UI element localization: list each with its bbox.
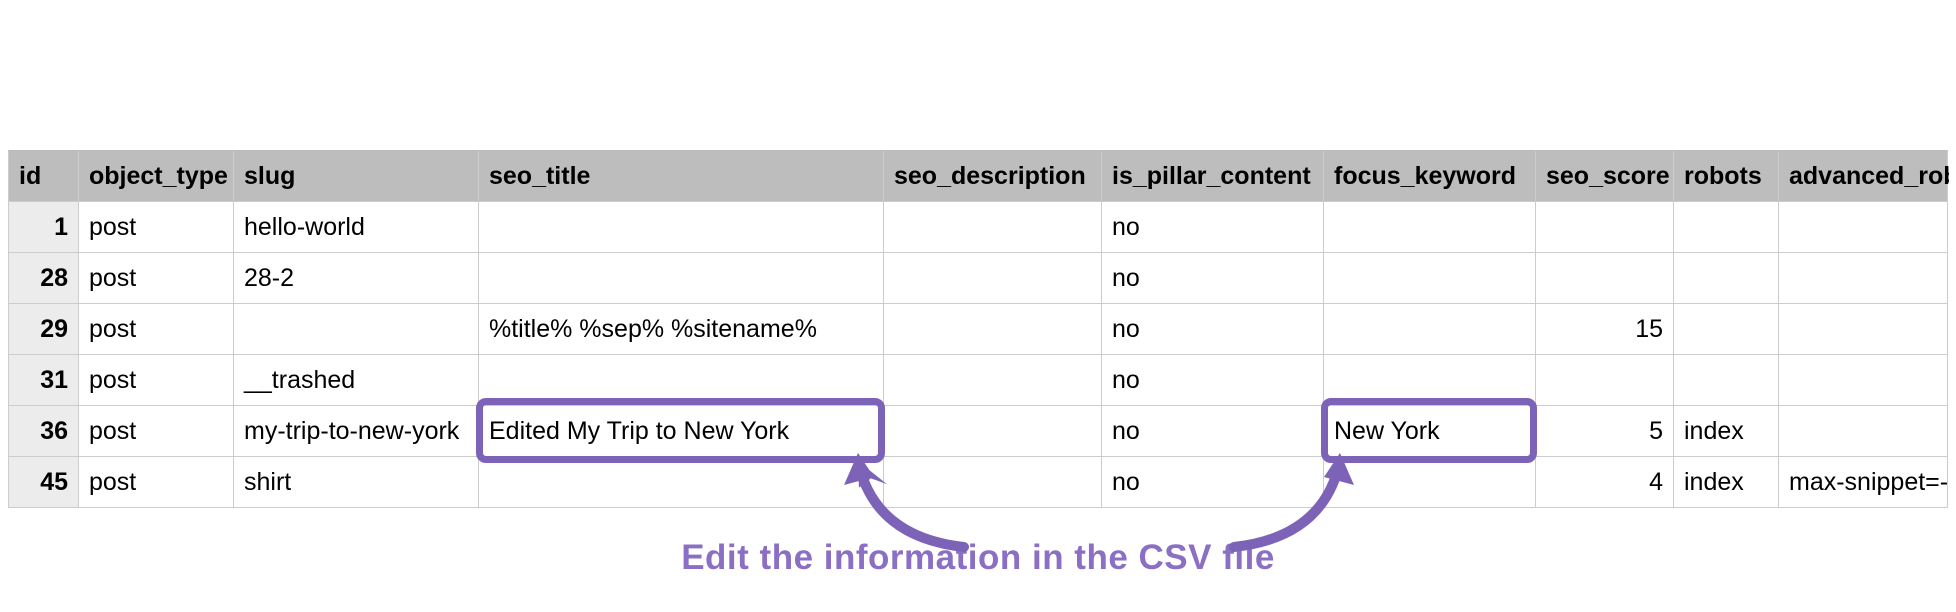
cell-seo_title[interactable] [479, 202, 884, 252]
cell-is_pillar_content[interactable]: no [1102, 304, 1324, 354]
cell-slug[interactable]: __trashed [234, 355, 479, 405]
csv-table: id object_type slug seo_title seo_descri… [8, 150, 1948, 508]
cell-object_type[interactable]: post [79, 457, 234, 507]
cell-is_pillar_content[interactable]: no [1102, 355, 1324, 405]
arrow-right [1224, 447, 1354, 557]
cell-advanced_robots[interactable] [1779, 355, 1949, 405]
cell-seo_score[interactable] [1536, 253, 1674, 303]
cell-object_type[interactable]: post [79, 304, 234, 354]
cell-object_type[interactable]: post [79, 355, 234, 405]
cell-robots[interactable] [1674, 355, 1779, 405]
cell-slug[interactable]: 28-2 [234, 253, 479, 303]
cell-focus_keyword[interactable] [1324, 457, 1536, 507]
col-is-pillar: is_pillar_content [1102, 151, 1324, 201]
cell-focus_keyword[interactable]: New York [1324, 406, 1536, 456]
cell-seo_score[interactable]: 4 [1536, 457, 1674, 507]
cell-is_pillar_content[interactable]: no [1102, 202, 1324, 252]
arrow-left [844, 447, 974, 557]
cell-seo_score[interactable]: 5 [1536, 406, 1674, 456]
col-object-type: object_type [79, 151, 234, 201]
col-robots: robots [1674, 151, 1779, 201]
cell-seo_description[interactable] [884, 202, 1102, 252]
cell-seo_title[interactable] [479, 355, 884, 405]
cell-seo_title[interactable] [479, 253, 884, 303]
table-row: 1posthello-world no [9, 202, 1947, 253]
cell-focus_keyword[interactable] [1324, 355, 1536, 405]
cell-object_type[interactable]: post [79, 406, 234, 456]
cell-object_type[interactable]: post [79, 202, 234, 252]
col-id: id [9, 151, 79, 201]
table-row: 28post28-2 no [9, 253, 1947, 304]
cell-id[interactable]: 45 [9, 457, 79, 507]
cell-robots[interactable] [1674, 253, 1779, 303]
cell-slug[interactable]: my-trip-to-new-york [234, 406, 479, 456]
col-seo-score: seo_score [1536, 151, 1674, 201]
cell-seo_score[interactable] [1536, 355, 1674, 405]
col-focus-keyword: focus_keyword [1324, 151, 1536, 201]
cell-seo_score[interactable]: 15 [1536, 304, 1674, 354]
cell-robots[interactable] [1674, 304, 1779, 354]
cell-focus_keyword[interactable] [1324, 304, 1536, 354]
cell-id[interactable]: 28 [9, 253, 79, 303]
table-row: 29post %title% %sep% %sitename% no 15 [9, 304, 1947, 355]
cell-robots[interactable]: index [1674, 406, 1779, 456]
cell-object_type[interactable]: post [79, 253, 234, 303]
cell-advanced_robots[interactable] [1779, 202, 1949, 252]
table-row: 45postshirtno4indexmax-snippet=-1, [9, 457, 1947, 507]
cell-seo_title[interactable] [479, 457, 884, 507]
col-seo-title: seo_title [479, 151, 884, 201]
cell-focus_keyword[interactable] [1324, 202, 1536, 252]
cell-slug[interactable] [234, 304, 479, 354]
col-seo-description: seo_description [884, 151, 1102, 201]
table-row: 36postmy-trip-to-new-yorkEdited My Trip … [9, 406, 1947, 457]
cell-seo_score[interactable] [1536, 202, 1674, 252]
cell-seo_description[interactable] [884, 253, 1102, 303]
cell-id[interactable]: 29 [9, 304, 79, 354]
col-slug: slug [234, 151, 479, 201]
col-advanced-robots: advanced_robo [1779, 151, 1949, 201]
cell-advanced_robots[interactable] [1779, 406, 1949, 456]
table-header-row: id object_type slug seo_title seo_descri… [9, 151, 1947, 202]
cell-robots[interactable]: index [1674, 457, 1779, 507]
cell-advanced_robots[interactable] [1779, 253, 1949, 303]
cell-seo_title[interactable]: Edited My Trip to New York [479, 406, 884, 456]
table-row: 31post__trashed no [9, 355, 1947, 406]
cell-seo_description[interactable] [884, 304, 1102, 354]
cell-id[interactable]: 31 [9, 355, 79, 405]
cell-seo_description[interactable] [884, 355, 1102, 405]
cell-id[interactable]: 1 [9, 202, 79, 252]
cell-robots[interactable] [1674, 202, 1779, 252]
cell-slug[interactable]: hello-world [234, 202, 479, 252]
cell-slug[interactable]: shirt [234, 457, 479, 507]
cell-is_pillar_content[interactable]: no [1102, 253, 1324, 303]
cell-seo_title[interactable]: %title% %sep% %sitename% [479, 304, 884, 354]
cell-advanced_robots[interactable]: max-snippet=-1, [1779, 457, 1949, 507]
cell-id[interactable]: 36 [9, 406, 79, 456]
cell-focus_keyword[interactable] [1324, 253, 1536, 303]
cell-advanced_robots[interactable] [1779, 304, 1949, 354]
annotation-caption: Edit the information in the CSV file [681, 538, 1275, 578]
